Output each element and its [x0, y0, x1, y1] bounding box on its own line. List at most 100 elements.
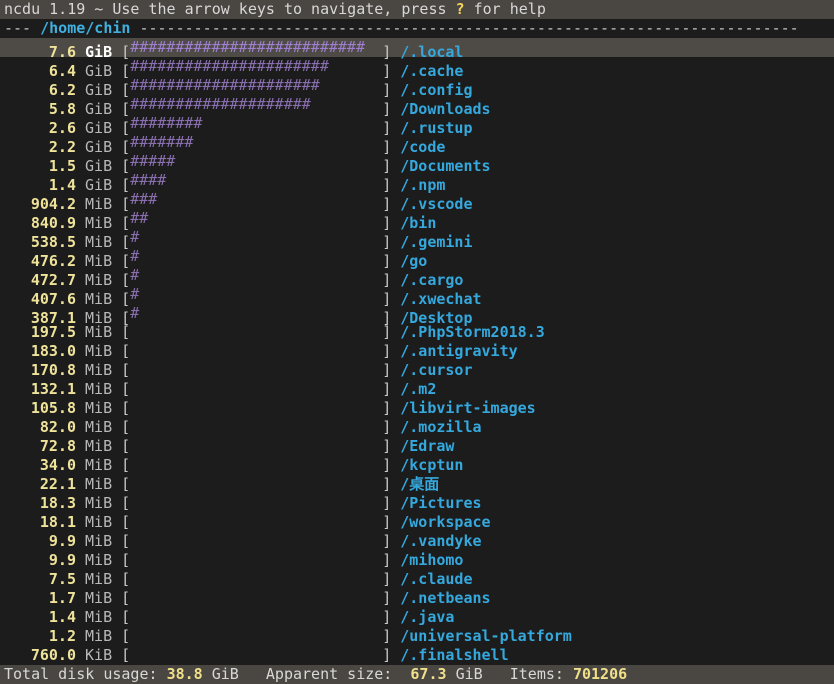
entry-unit: MiB: [85, 589, 113, 607]
graph-close-bracket: ]: [382, 418, 401, 436]
entry-name[interactable]: /libvirt-images: [400, 399, 535, 417]
entry-size: 18.3: [39, 494, 76, 512]
entry-unit: MiB: [85, 627, 113, 645]
entry-size: 72.8: [39, 437, 76, 455]
graph-close-bracket: ]: [382, 646, 401, 664]
directory-row[interactable]: 2.6 GiB [########] /.rustup: [0, 114, 834, 137]
entry-name[interactable]: /Edraw: [400, 437, 454, 455]
entry-name[interactable]: /workspace: [400, 513, 490, 531]
directory-row[interactable]: 9.9 MiB [] /.vandyke: [0, 532, 834, 551]
directory-row[interactable]: 407.6 MiB [#] /.xwechat: [0, 285, 834, 308]
usage-graph-bar: #: [130, 285, 140, 303]
entry-unit: MiB: [85, 532, 113, 550]
entry-size: 7.5: [48, 570, 76, 588]
entry-name[interactable]: /kcptun: [400, 456, 463, 474]
directory-row[interactable]: 82.0 MiB [] /.mozilla: [0, 418, 834, 437]
directory-row[interactable]: 7.6 GiB [##########################] /.l…: [0, 38, 834, 61]
graph-open-bracket: [: [112, 361, 131, 379]
graph-close-bracket: ]: [382, 323, 401, 341]
entry-unit: MiB: [85, 456, 113, 474]
total-value: 38.8: [166, 665, 203, 683]
graph-open-bracket: [: [112, 646, 131, 664]
entry-name[interactable]: /universal-platform: [400, 627, 572, 645]
graph-open-bracket: [: [112, 437, 131, 455]
usage-graph-bar: ########: [130, 114, 203, 132]
directory-row[interactable]: 1.5 GiB [#####] /Documents: [0, 152, 834, 175]
directory-row[interactable]: 538.5 MiB [#] /.gemini: [0, 228, 834, 251]
directory-row[interactable]: 6.4 GiB [######################] /.cache: [0, 57, 834, 80]
entry-unit: MiB: [85, 494, 113, 512]
help-key[interactable]: ?: [456, 0, 465, 18]
path-suffix: ----------------------------------------…: [130, 19, 799, 37]
directory-row[interactable]: 6.2 GiB [#####################] /.config: [0, 76, 834, 99]
entry-name[interactable]: /.claude: [400, 570, 472, 588]
entry-name[interactable]: /.java: [400, 608, 454, 626]
entry-size: 183.0: [30, 342, 76, 360]
directory-row[interactable]: 34.0 MiB [] /kcptun: [0, 456, 834, 475]
directory-row[interactable]: 760.0 KiB [] /.finalshell: [0, 646, 834, 665]
directory-row[interactable]: 18.3 MiB [] /Pictures: [0, 494, 834, 513]
directory-row[interactable]: 1.2 MiB [] /universal-platform: [0, 627, 834, 646]
entry-name[interactable]: /.antigravity: [400, 342, 517, 360]
directory-row[interactable]: 1.4 MiB [] /.java: [0, 608, 834, 627]
items-value: 701206: [572, 665, 628, 683]
graph-open-bracket: [: [112, 513, 131, 531]
entry-size: 22.1: [39, 475, 76, 493]
entry-name[interactable]: /.cursor: [400, 361, 472, 379]
entry-size: 34.0: [39, 456, 76, 474]
path-prefix: ---: [4, 19, 41, 37]
directory-row[interactable]: 18.1 MiB [] /workspace: [0, 513, 834, 532]
entry-name[interactable]: /mihomo: [400, 551, 463, 569]
directory-row[interactable]: 105.8 MiB [] /libvirt-images: [0, 399, 834, 418]
entry-name[interactable]: /.vandyke: [400, 532, 481, 550]
entry-unit: MiB: [85, 342, 113, 360]
directory-row[interactable]: 904.2 MiB [###] /.vscode: [0, 190, 834, 213]
graph-close-bracket: ]: [382, 570, 401, 588]
directory-row[interactable]: 9.9 MiB [] /mihomo: [0, 551, 834, 570]
entry-name[interactable]: /.finalshell: [400, 646, 508, 664]
graph-close-bracket: ]: [382, 437, 401, 455]
entry-size: 197.5: [30, 323, 76, 341]
items-label: Items:: [509, 665, 564, 683]
directory-row[interactable]: 387.1 MiB [#] /Desktop: [0, 304, 834, 327]
directory-list[interactable]: 7.6 GiB [##########################] /.l…: [0, 38, 834, 665]
graph-open-bracket: [: [112, 342, 131, 360]
directory-row[interactable]: 472.7 MiB [#] /.cargo: [0, 266, 834, 289]
directory-row[interactable]: 1.4 GiB [####] /.npm: [0, 171, 834, 194]
entry-unit: MiB: [85, 551, 113, 569]
graph-open-bracket: [: [112, 608, 131, 626]
directory-row[interactable]: 72.8 MiB [] /Edraw: [0, 437, 834, 456]
directory-row[interactable]: 2.2 GiB [#######] /code: [0, 133, 834, 156]
entry-unit: MiB: [85, 361, 113, 379]
entry-name[interactable]: /Pictures: [400, 494, 481, 512]
directory-row[interactable]: 1.7 MiB [] /.netbeans: [0, 589, 834, 608]
entry-unit: MiB: [85, 437, 113, 455]
entry-name[interactable]: /.PhpStorm2018.3: [400, 323, 545, 341]
graph-open-bracket: [: [112, 551, 131, 569]
graph-close-bracket: ]: [382, 399, 401, 417]
directory-row[interactable]: 5.8 GiB [####################] /Download…: [0, 95, 834, 118]
directory-row[interactable]: 183.0 MiB [] /.antigravity: [0, 342, 834, 361]
bottom-status-bar: Total disk usage: 38.8 GiB Apparent size…: [0, 665, 834, 684]
usage-graph-bar: ####: [130, 171, 167, 189]
graph-open-bracket: [: [112, 399, 131, 417]
entry-name[interactable]: /桌面: [400, 475, 439, 493]
directory-row[interactable]: 170.8 MiB [] /.cursor: [0, 361, 834, 380]
entry-name[interactable]: /.mozilla: [400, 418, 481, 436]
directory-row[interactable]: 7.5 MiB [] /.claude: [0, 570, 834, 589]
directory-row[interactable]: 476.2 MiB [#] /go: [0, 247, 834, 270]
entry-unit: KiB: [85, 646, 113, 664]
entry-size: 1.7: [48, 589, 76, 607]
graph-open-bracket: [: [112, 456, 131, 474]
directory-row[interactable]: 132.1 MiB [] /.m2: [0, 380, 834, 399]
graph-open-bracket: [: [112, 494, 131, 512]
graph-close-bracket: ]: [382, 475, 401, 493]
entry-name[interactable]: /.m2: [400, 380, 436, 398]
entry-unit: MiB: [85, 475, 113, 493]
graph-open-bracket: [: [112, 323, 131, 341]
directory-row[interactable]: 197.5 MiB [] /.PhpStorm2018.3: [0, 323, 834, 342]
directory-row[interactable]: 840.9 MiB [##] /bin: [0, 209, 834, 232]
directory-row[interactable]: 22.1 MiB [] /桌面: [0, 475, 834, 494]
entry-size: 760.0: [30, 646, 76, 664]
entry-name[interactable]: /.netbeans: [400, 589, 490, 607]
